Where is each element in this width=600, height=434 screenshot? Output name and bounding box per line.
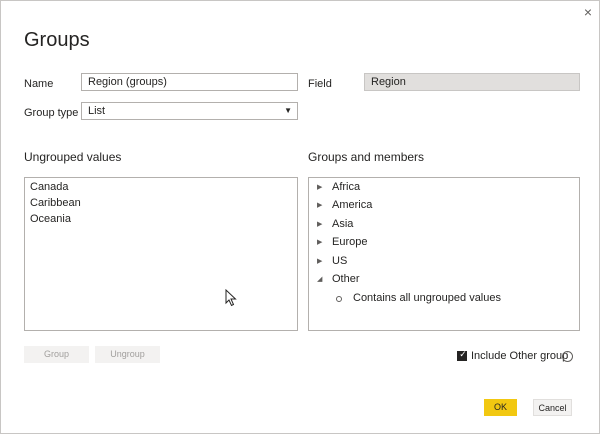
group-type-label: Group type <box>24 107 79 119</box>
tree-item-label: Other <box>332 273 360 285</box>
tree-member-ungrouped[interactable]: Contains all ungrouped values <box>309 291 579 307</box>
include-other-checkbox[interactable]: ✓ <box>457 349 467 361</box>
info-icon[interactable]: i <box>562 351 573 362</box>
dialog-title: Groups <box>24 29 90 51</box>
tree-item-asia[interactable]: ▶ Asia <box>309 217 579 233</box>
tree-item-europe[interactable]: ▶ Europe <box>309 235 579 251</box>
list-item[interactable]: Caribbean <box>30 197 81 209</box>
field-label: Field <box>308 78 332 90</box>
ungrouped-values-title: Ungrouped values <box>24 150 122 164</box>
groups-tree[interactable]: ▶ Africa ▶ America ▶ Asia ▶ Europe ▶ US … <box>308 177 580 331</box>
group-type-select[interactable]: List ▼ <box>81 102 298 120</box>
tree-item-label: US <box>332 255 348 267</box>
group-type-value: List <box>88 105 106 117</box>
cancel-button[interactable]: Cancel <box>533 399 572 416</box>
member-label: Contains all ungrouped values <box>353 292 501 304</box>
list-item[interactable]: Oceania <box>30 213 71 225</box>
groups-dialog: × Groups Name Region (groups) Field Regi… <box>0 0 600 434</box>
tree-item-us[interactable]: ▶ US <box>309 254 579 270</box>
ungrouped-values-list[interactable]: Canada Caribbean Oceania <box>24 177 298 331</box>
mouse-pointer-icon <box>225 289 237 307</box>
tree-item-america[interactable]: ▶ America <box>309 198 579 214</box>
expand-down-icon[interactable]: ◢ <box>317 275 322 283</box>
tree-item-africa[interactable]: ▶ Africa <box>309 180 579 196</box>
tree-item-label: Africa <box>332 181 361 193</box>
tree-item-other[interactable]: ◢ Other <box>309 272 579 288</box>
tree-item-label: Asia <box>332 218 354 230</box>
name-label: Name <box>24 78 54 90</box>
name-input[interactable]: Region (groups) <box>81 73 298 91</box>
ok-button[interactable]: OK <box>484 399 517 416</box>
include-other-label: Include Other group <box>471 350 569 362</box>
field-input: Region <box>364 73 580 91</box>
expand-right-icon[interactable]: ▶ <box>317 201 322 209</box>
group-button[interactable]: Group <box>24 346 89 363</box>
bullet-icon <box>336 296 342 302</box>
groups-and-members-title: Groups and members <box>308 150 425 164</box>
close-icon[interactable]: × <box>581 5 595 19</box>
dropdown-arrow-icon: ▼ <box>284 106 292 115</box>
ungroup-button[interactable]: Ungroup <box>95 346 160 363</box>
expand-right-icon[interactable]: ▶ <box>317 238 322 246</box>
expand-right-icon[interactable]: ▶ <box>317 257 322 265</box>
tree-item-label: America <box>332 199 373 211</box>
expand-right-icon[interactable]: ▶ <box>317 183 322 191</box>
expand-right-icon[interactable]: ▶ <box>317 220 322 228</box>
list-item[interactable]: Canada <box>30 181 69 193</box>
checkmark-icon: ✓ <box>459 349 467 359</box>
tree-item-label: Europe <box>332 236 368 248</box>
